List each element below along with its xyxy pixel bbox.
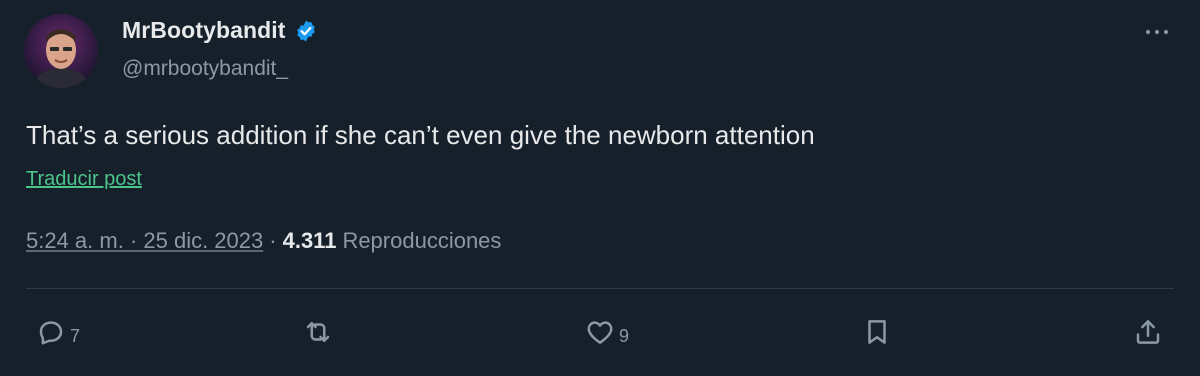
like-count: 9 [619,325,630,346]
display-name[interactable]: MrBootybandit [122,17,286,44]
verified-badge-icon [294,19,318,43]
share-button[interactable] [1133,310,1163,354]
author-name-row: MrBootybandit [122,17,318,44]
post-text: That’s a serious addition if she can’t e… [26,120,815,150]
bookmark-button[interactable] [862,310,892,354]
repost-button[interactable] [303,310,337,354]
more-icon[interactable] [1140,22,1174,42]
more-dot [1155,30,1159,34]
meta-separator: · [269,228,277,253]
avatar[interactable] [24,14,98,88]
repost-icon [306,322,330,342]
author-handle[interactable]: @mrbootybandit_ [122,57,288,81]
reply-icon [39,321,63,345]
heart-icon [587,321,613,344]
share-icon [1136,320,1160,344]
reply-button[interactable]: 7 [36,310,80,354]
post-timestamp[interactable]: 5:24 a. m. · 25 dic. 2023 [26,228,263,254]
post-meta: 5:24 a. m. · 25 dic. 2023 · 4.311 Reprod… [26,228,501,254]
like-button[interactable]: 9 [585,310,629,354]
more-dot [1164,30,1168,34]
reply-count: 7 [70,325,81,346]
tweet: MrBootybandit @mrbootybandit_ That’s a s… [0,0,1200,376]
bookmark-icon [868,320,886,344]
views-count: 4.311 [282,228,337,253]
views-label: Reproducciones [342,228,502,253]
action-bar: 7 9 [0,310,1200,358]
divider [26,288,1174,289]
more-dot [1146,30,1150,34]
translate-post-link[interactable]: Traducir post [26,168,142,191]
avatar-image [24,14,98,88]
